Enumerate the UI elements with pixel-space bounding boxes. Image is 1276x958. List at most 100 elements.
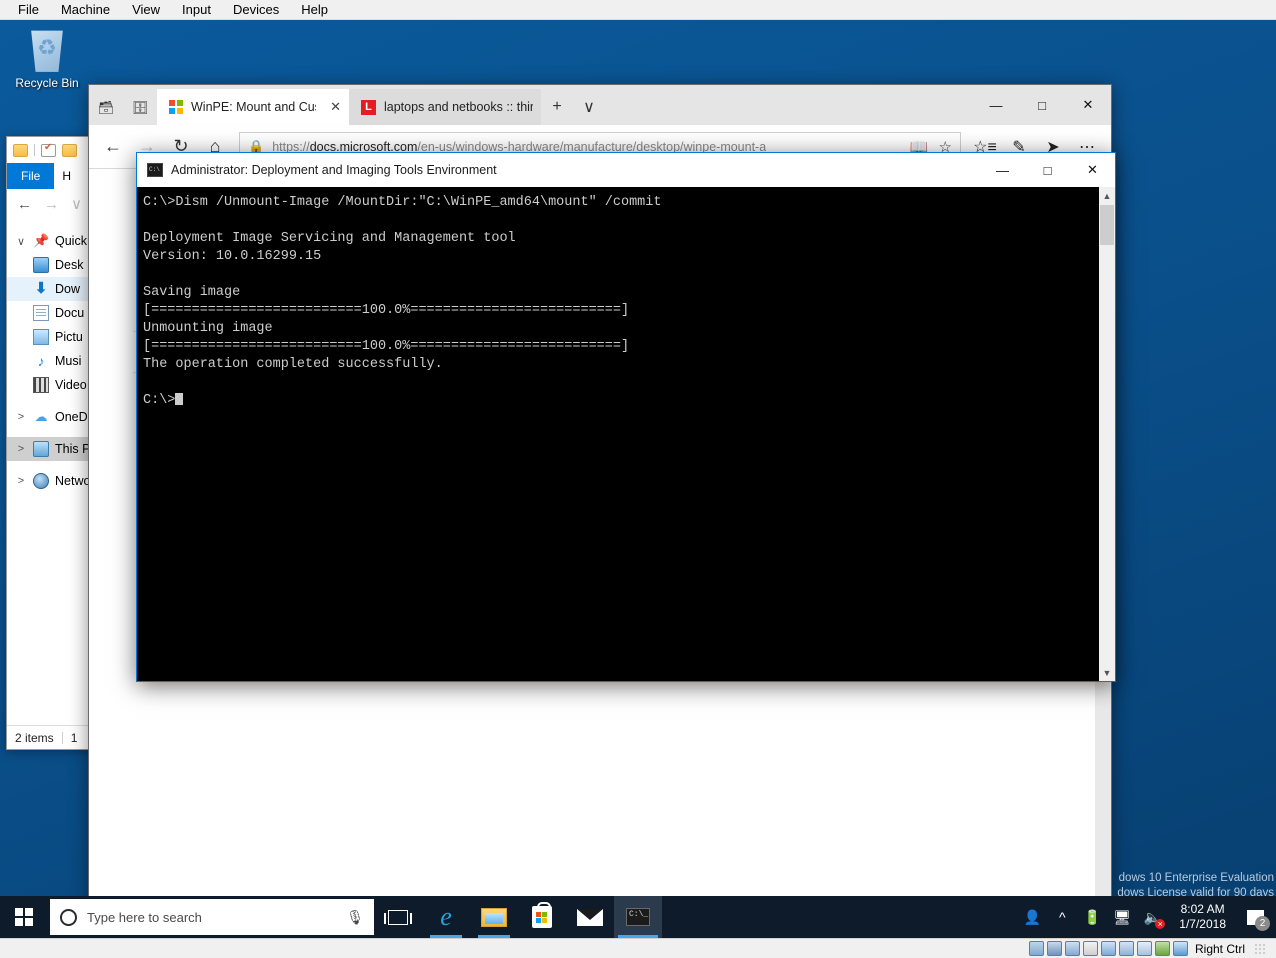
tree-item-label: Quick <box>55 234 87 248</box>
start-button[interactable] <box>0 896 48 938</box>
tree-item-label: Netwo <box>55 474 91 488</box>
action-center-button[interactable]: 2 <box>1238 896 1272 938</box>
microphone-icon[interactable]: 🎙 <box>346 909 364 926</box>
search-input[interactable]: Type here to search 🎙 <box>50 899 374 935</box>
taskbar-app-microsoft-store[interactable] <box>518 896 566 938</box>
twisty-icon[interactable]: > <box>15 475 27 487</box>
vbox-harddisk-icon[interactable] <box>1028 941 1044 956</box>
explorer-qat-newfolder-icon[interactable] <box>62 143 77 157</box>
set-tabs-aside-icon[interactable]: 🗃 <box>89 91 123 125</box>
close-button[interactable]: ✕ <box>1070 153 1115 187</box>
console-scrollbar[interactable]: ▲ ▼ <box>1098 187 1115 681</box>
clock[interactable]: 8:02 AM 1/7/2018 <box>1167 902 1238 932</box>
desktop-icon <box>33 257 49 273</box>
tabs-you-set-aside-icon[interactable]: 🗄 <box>123 91 157 125</box>
windows-taskbar: Type here to search 🎙 e 👤 ^ 🔋 🖥 🔈 <box>0 896 1276 938</box>
vbox-recording-icon[interactable] <box>1154 941 1170 956</box>
status-item-count: 2 items <box>15 730 54 745</box>
console-cursor <box>175 393 184 405</box>
volume-muted-icon[interactable]: 🔈 <box>1137 896 1167 938</box>
vbox-resize-grip[interactable] <box>1254 942 1266 955</box>
vbox-menu-machine[interactable]: Machine <box>51 0 120 20</box>
status-divider <box>61 731 63 744</box>
vbox-display-icon[interactable] <box>1136 941 1152 956</box>
clock-date: 1/7/2018 <box>1179 917 1226 931</box>
virtualbox-statusbar: Right Ctrl <box>0 938 1276 958</box>
vbox-optical-icon[interactable] <box>1046 941 1062 956</box>
explorer-tab-file[interactable]: File <box>7 163 55 189</box>
vbox-usb-icon[interactable] <box>1100 941 1116 956</box>
tree-item-label: This P <box>55 442 91 456</box>
vbox-host-key-label: Right Ctrl <box>1194 941 1245 956</box>
close-icon[interactable]: ✕ <box>324 99 341 115</box>
taskbar-app-command-prompt[interactable] <box>614 896 662 938</box>
browser-tab-winpe[interactable]: WinPE: Mount and Cust ✕ <box>157 89 349 125</box>
vbox-menu-file[interactable]: File <box>8 0 49 20</box>
virtualbox-menubar: File Machine View Input Devices Help <box>0 0 1276 20</box>
documents-icon <box>33 305 49 321</box>
explorer-tab-home[interactable]: H <box>54 163 79 189</box>
onedrive-icon: ☁ <box>34 409 48 424</box>
edge-icon: e <box>440 902 452 931</box>
microsoft-store-icon <box>532 902 552 928</box>
battery-icon[interactable]: 🔋 <box>1077 896 1107 938</box>
maximize-button[interactable]: □ <box>1019 85 1065 125</box>
status-extra: 1 <box>70 730 78 745</box>
back-icon[interactable]: ← <box>97 131 129 163</box>
network-icon[interactable]: 🖥 <box>1107 896 1137 938</box>
command-prompt-icon <box>626 908 650 926</box>
console-icon <box>147 163 163 177</box>
windows-desktop[interactable]: Recycle Bin File H ← → ∨ ∨ 📌 Quick <box>0 20 1276 938</box>
twisty-icon[interactable]: > <box>15 411 27 423</box>
explorer-qat-properties-icon[interactable] <box>41 142 56 157</box>
scroll-down-icon[interactable]: ▼ <box>1099 664 1115 681</box>
this-pc-icon <box>33 441 49 457</box>
cortana-icon <box>60 908 77 926</box>
mail-icon <box>577 908 603 926</box>
minimize-button[interactable]: — <box>980 153 1025 187</box>
recycle-bin-icon <box>31 30 63 72</box>
close-button[interactable]: ✕ <box>1065 85 1111 125</box>
people-icon[interactable]: 👤 <box>1017 896 1047 938</box>
maximize-button[interactable]: □ <box>1025 153 1070 187</box>
new-tab-button[interactable]: + <box>541 89 573 125</box>
vbox-shared-folders-icon[interactable] <box>1118 941 1134 956</box>
twisty-icon[interactable]: ∨ <box>15 235 27 248</box>
command-prompt-window[interactable]: Administrator: Deployment and Imaging To… <box>136 152 1116 682</box>
console-output-area[interactable]: C:\>Dism /Unmount-Image /MountDir:"C:\Wi… <box>137 187 1115 681</box>
vbox-menu-input[interactable]: Input <box>172 0 221 20</box>
vbox-floppy-icon[interactable] <box>1082 941 1098 956</box>
lenovo-icon: L <box>361 99 376 115</box>
explorer-recent-locations-icon[interactable]: ∨ <box>71 197 82 212</box>
vbox-network-icon[interactable] <box>1064 941 1080 956</box>
recycle-bin-label: Recycle Bin <box>15 76 79 90</box>
explorer-qat-folder-icon[interactable] <box>13 143 28 157</box>
vbox-menu-help[interactable]: Help <box>291 0 338 20</box>
vbox-mouse-integration-icon[interactable] <box>1172 941 1188 956</box>
explorer-back-icon[interactable]: ← <box>17 197 32 212</box>
console-window-controls: — □ ✕ <box>980 153 1115 187</box>
clock-time: 8:02 AM <box>1180 902 1225 916</box>
tree-item-label: OneDr <box>55 410 92 424</box>
windows-logo-icon <box>15 908 33 926</box>
minimize-button[interactable]: — <box>973 85 1019 125</box>
show-hidden-icons-icon[interactable]: ^ <box>1047 896 1077 938</box>
explorer-forward-icon: → <box>44 195 59 213</box>
console-scrollbar-thumb[interactable] <box>1100 205 1114 245</box>
tree-item-label: Musi <box>55 354 82 368</box>
edge-window-controls: — □ ✕ <box>973 85 1111 125</box>
taskbar-app-edge[interactable]: e <box>422 896 470 938</box>
vbox-menu-devices[interactable]: Devices <box>223 0 289 20</box>
taskbar-task-view-button[interactable] <box>374 896 422 938</box>
pin-icon: 📌 <box>33 233 50 248</box>
desktop-icon-recycle-bin[interactable]: Recycle Bin <box>8 28 86 90</box>
taskbar-app-file-explorer[interactable] <box>470 896 518 938</box>
twisty-icon[interactable]: > <box>15 443 27 455</box>
chevron-down-icon[interactable]: ∨ <box>573 89 605 125</box>
console-title-bar[interactable]: Administrator: Deployment and Imaging To… <box>137 153 1115 187</box>
scroll-up-icon[interactable]: ▲ <box>1099 187 1115 204</box>
taskbar-app-mail[interactable] <box>566 896 614 938</box>
browser-tab-laptops[interactable]: L laptops and netbooks :: thir <box>349 89 541 125</box>
vbox-menu-view[interactable]: View <box>122 0 170 20</box>
notification-count-badge: 2 <box>1255 916 1270 931</box>
